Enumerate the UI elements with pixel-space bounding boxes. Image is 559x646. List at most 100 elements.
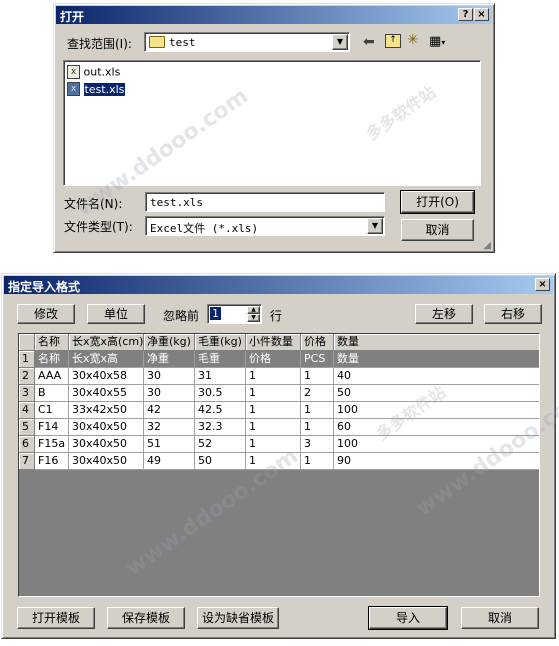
- help-button[interactable]: ?: [458, 8, 473, 21]
- table-cell[interactable]: 60: [334, 419, 539, 436]
- table-row[interactable]: 4 C1 33x42x50 42 42.5 1 1 100: [19, 402, 539, 419]
- ignore-rows-value: 1: [210, 307, 221, 320]
- column-header[interactable]: 数量: [334, 334, 539, 351]
- filename-input[interactable]: test.xls: [145, 192, 385, 212]
- table-cell[interactable]: 1: [301, 453, 334, 470]
- table-row[interactable]: 7 F16 30x40x50 49 50 1 1 90: [19, 453, 539, 470]
- table-cell[interactable]: 100: [334, 402, 539, 419]
- table-cell[interactable]: 42.5: [195, 402, 246, 419]
- table-cell[interactable]: 1: [246, 453, 301, 470]
- move-right-button[interactable]: 右移: [484, 304, 542, 324]
- table-row[interactable]: 5 F14 30x40x50 32 32.3 1 1 60: [19, 419, 539, 436]
- new-folder-icon[interactable]: ✳: [407, 32, 419, 48]
- table-cell[interactable]: 1: [301, 368, 334, 385]
- close-button[interactable]: ×: [474, 8, 489, 21]
- resize-grip-icon[interactable]: ◢: [483, 240, 491, 251]
- cancel-button[interactable]: 取消: [401, 219, 474, 241]
- table-cell[interactable]: 50: [334, 385, 539, 402]
- table-cell[interactable]: 40: [334, 368, 539, 385]
- table-cell[interactable]: B: [35, 385, 69, 402]
- open-template-button[interactable]: 打开模板: [17, 607, 95, 629]
- close-button[interactable]: ×: [535, 278, 550, 291]
- table-cell[interactable]: 净重: [144, 351, 195, 368]
- table-row[interactable]: 3 B 30x40x55 30 30.5 1 2 50: [19, 385, 539, 402]
- save-template-button[interactable]: 保存模板: [107, 607, 185, 629]
- table-cell[interactable]: 30: [144, 368, 195, 385]
- table-row[interactable]: 1 名称 长x宽x高 净重 毛重 价格 PCS 数量: [19, 351, 539, 368]
- table-cell[interactable]: 毛重: [195, 351, 246, 368]
- table-cell[interactable]: 30x40x50: [69, 436, 144, 453]
- table-cell[interactable]: 30x40x55: [69, 385, 144, 402]
- file-item-selected[interactable]: X test.xls: [67, 82, 126, 96]
- table-cell[interactable]: 90: [334, 453, 539, 470]
- table-cell[interactable]: 42: [144, 402, 195, 419]
- table-cell[interactable]: C1: [35, 402, 69, 419]
- column-header[interactable]: 毛重(kg): [195, 334, 246, 351]
- lookin-dropdown-button[interactable]: ▼: [332, 34, 348, 50]
- table-cell[interactable]: 数量: [334, 351, 539, 368]
- table-cell[interactable]: 100: [334, 436, 539, 453]
- move-left-button[interactable]: 左移: [415, 304, 473, 324]
- view-menu-icon[interactable]: ▦▾: [429, 34, 445, 49]
- table-cell[interactable]: 50: [195, 453, 246, 470]
- table-cell[interactable]: F15a: [35, 436, 69, 453]
- table-row[interactable]: 6 F15a 30x40x50 51 52 1 3 100: [19, 436, 539, 453]
- open-button[interactable]: 打开(O): [400, 190, 475, 214]
- set-default-template-button[interactable]: 设为缺省模板: [197, 607, 279, 629]
- table-cell[interactable]: 51: [144, 436, 195, 453]
- table-cell[interactable]: 30x40x58: [69, 368, 144, 385]
- table-cell[interactable]: 31: [195, 368, 246, 385]
- column-header[interactable]: 价格: [301, 334, 334, 351]
- lookin-combobox[interactable]: test ▼: [144, 32, 350, 52]
- table-cell[interactable]: 名称: [35, 351, 69, 368]
- import-button[interactable]: 导入: [368, 606, 448, 630]
- table-cell[interactable]: 52: [195, 436, 246, 453]
- table-cell[interactable]: 33x42x50: [69, 402, 144, 419]
- cancel-import-button[interactable]: 取消: [461, 607, 539, 629]
- table-cell[interactable]: 30: [144, 385, 195, 402]
- file-item[interactable]: X out.xls: [67, 65, 120, 79]
- back-icon[interactable]: ⬅: [363, 34, 375, 50]
- table-cell[interactable]: 32.3: [195, 419, 246, 436]
- table-cell[interactable]: 49: [144, 453, 195, 470]
- modify-button[interactable]: 修改: [17, 304, 75, 324]
- table-row[interactable]: 2 AAA 30x40x58 30 31 1 1 40: [19, 368, 539, 385]
- row-number: 3: [19, 385, 35, 402]
- file-list[interactable]: X out.xls X test.xls: [63, 60, 481, 186]
- table-cell[interactable]: 1: [246, 402, 301, 419]
- table-cell[interactable]: 1: [246, 368, 301, 385]
- table-cell[interactable]: 长x宽x高: [69, 351, 144, 368]
- filetype-dropdown-button[interactable]: ▼: [367, 218, 383, 234]
- table-cell[interactable]: 价格: [246, 351, 301, 368]
- column-header[interactable]: 净重(kg): [144, 334, 195, 351]
- up-folder-icon[interactable]: ↑: [385, 34, 401, 48]
- table-cell[interactable]: 30x40x50: [69, 419, 144, 436]
- import-preview-grid[interactable]: 名称 长x宽x高(cm) 净重(kg) 毛重(kg) 小件数量 价格 数量 1名…: [18, 333, 540, 597]
- table-cell[interactable]: 2: [301, 385, 334, 402]
- unit-button[interactable]: 单位: [87, 304, 145, 324]
- spin-down-icon[interactable]: ▼: [247, 314, 260, 322]
- table-cell[interactable]: 1: [246, 419, 301, 436]
- table-cell[interactable]: 32: [144, 419, 195, 436]
- table-cell[interactable]: 1: [301, 402, 334, 419]
- table-cell[interactable]: 3: [301, 436, 334, 453]
- open-dialog-titlebar[interactable]: 打开 ? ×: [56, 6, 492, 24]
- spin-up-icon[interactable]: ▲: [247, 306, 260, 314]
- table-cell[interactable]: 30.5: [195, 385, 246, 402]
- table-cell[interactable]: 1: [301, 419, 334, 436]
- lookin-label: 查找范围(I):: [67, 37, 132, 51]
- column-header[interactable]: 名称: [35, 334, 69, 351]
- table-cell[interactable]: 30x40x50: [69, 453, 144, 470]
- table-cell[interactable]: PCS: [301, 351, 334, 368]
- import-dialog-title: 指定导入格式: [8, 280, 81, 294]
- filetype-combobox[interactable]: Excel文件 (*.xls) ▼: [145, 216, 385, 236]
- table-cell[interactable]: 1: [246, 385, 301, 402]
- table-cell[interactable]: 1: [246, 436, 301, 453]
- column-header[interactable]: 小件数量: [246, 334, 301, 351]
- import-dialog-titlebar[interactable]: 指定导入格式 ×: [4, 276, 553, 294]
- table-cell[interactable]: AAA: [35, 368, 69, 385]
- ignore-rows-spinner[interactable]: 1 ▲ ▼: [207, 304, 262, 324]
- table-cell[interactable]: F16: [35, 453, 69, 470]
- table-cell[interactable]: F14: [35, 419, 69, 436]
- column-header[interactable]: 长x宽x高(cm): [69, 334, 144, 351]
